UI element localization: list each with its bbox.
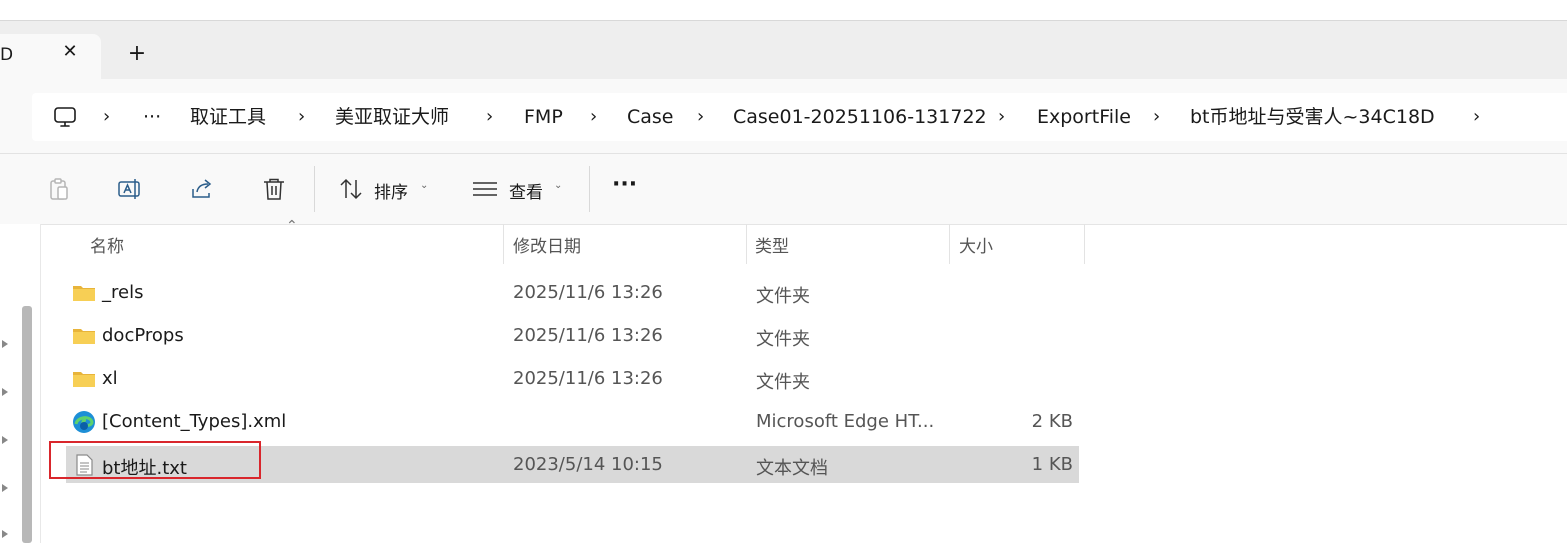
file-type: Microsoft Edge HT... [756,411,935,432]
breadcrumb-item[interactable]: bt币地址与受害人~34C18D [1190,105,1435,129]
column-divider[interactable] [503,224,504,264]
delete-icon[interactable] [261,176,287,202]
window-top-strip [0,0,1567,21]
breadcrumb-more[interactable]: ··· [143,105,161,129]
file-row[interactable]: xl 2025/11/6 13:26 文件夹 [66,360,1079,397]
chevron-down-icon[interactable]: ⌄ [554,180,562,191]
column-divider[interactable] [1084,224,1085,264]
breadcrumb-separator[interactable]: › [103,105,110,129]
file-size: 1 KB [1031,454,1073,475]
column-date[interactable]: 修改日期 [513,232,581,257]
this-pc-icon[interactable] [53,105,77,129]
nav-scrollbar[interactable] [22,306,32,543]
column-type[interactable]: 类型 [755,232,789,257]
pin-icon [2,388,8,396]
breadcrumb-item[interactable]: 美亚取证大师 [335,105,449,129]
sort-icon[interactable] [338,176,364,202]
column-divider[interactable] [949,224,950,264]
breadcrumb-separator[interactable]: › [486,105,493,129]
breadcrumb-separator[interactable]: › [1153,105,1160,129]
chevron-down-icon[interactable]: ⌄ [420,180,428,191]
pin-icon [2,530,8,538]
file-size: 2 KB [1031,411,1073,432]
pin-icon [2,484,8,492]
sort-button[interactable]: 排序 [374,178,408,203]
folder-icon [73,329,95,344]
command-bar: 排序 ⌄ 查看 ⌄ ··· [0,154,1567,225]
file-date: 2025/11/6 13:26 [513,368,663,389]
file-row[interactable]: docProps 2025/11/6 13:26 文件夹 [66,317,1079,354]
breadcrumb-separator[interactable]: › [998,105,1005,129]
folder-icon [73,372,95,387]
file-date: 2023/5/14 10:15 [513,454,663,475]
file-type: 文件夹 [756,329,810,350]
paste-icon[interactable] [46,176,72,202]
breadcrumb-item[interactable]: Case [627,105,674,129]
file-name: [Content_Types].xml [102,411,287,432]
breadcrumb-separator[interactable]: › [1473,105,1480,129]
highlight-annotation-box [49,441,261,479]
tab-active[interactable]: D ✕ [0,34,101,79]
file-row[interactable]: [Content_Types].xml Microsoft Edge HT...… [66,403,1079,440]
pin-icon [2,436,8,444]
new-tab-button[interactable]: + [126,43,148,65]
edge-icon [73,411,95,433]
folder-icon [73,286,95,301]
view-icon[interactable] [472,176,498,202]
file-name: _rels [102,282,144,303]
file-type: 文本文档 [756,458,828,479]
column-name[interactable]: 名称 [90,232,124,257]
breadcrumb-separator[interactable]: › [298,105,305,129]
toolbar-divider [589,166,590,212]
file-row[interactable]: _rels 2025/11/6 13:26 文件夹 [66,274,1079,311]
tab-close-icon[interactable]: ✕ [60,42,80,62]
tab-title: D [0,45,14,65]
tab-bar: D ✕ + [0,21,1567,79]
view-button[interactable]: 查看 [509,178,543,203]
toolbar-divider [314,166,315,212]
pin-icon [2,340,8,348]
file-type: 文件夹 [756,286,810,307]
breadcrumb-item[interactable]: 取证工具 [190,105,266,129]
file-name: xl [102,368,118,389]
breadcrumb[interactable]: › ··· 取证工具 › 美亚取证大师 › FMP › Case › Case0… [32,93,1567,141]
rename-icon[interactable] [117,176,143,202]
breadcrumb-separator[interactable]: › [697,105,704,129]
file-date: 2025/11/6 13:26 [513,325,663,346]
breadcrumb-item[interactable]: Case01-20251106-131722 [733,105,987,129]
file-name: docProps [102,325,184,346]
sort-ascending-icon: ⌃ [286,218,298,234]
navigation-pane[interactable] [0,224,41,543]
column-divider[interactable] [746,224,747,264]
file-type: 文件夹 [756,372,810,393]
breadcrumb-item[interactable]: ExportFile [1037,105,1131,129]
address-row: › ··· 取证工具 › 美亚取证大师 › FMP › Case › Case0… [0,79,1567,154]
column-header: ⌃ 名称 修改日期 类型 大小 [41,218,1085,264]
column-size[interactable]: 大小 [959,232,993,257]
file-date: 2025/11/6 13:26 [513,282,663,303]
more-options-button[interactable]: ··· [612,172,637,197]
share-icon[interactable] [189,176,215,202]
breadcrumb-item[interactable]: FMP [524,105,563,129]
breadcrumb-separator[interactable]: › [590,105,597,129]
